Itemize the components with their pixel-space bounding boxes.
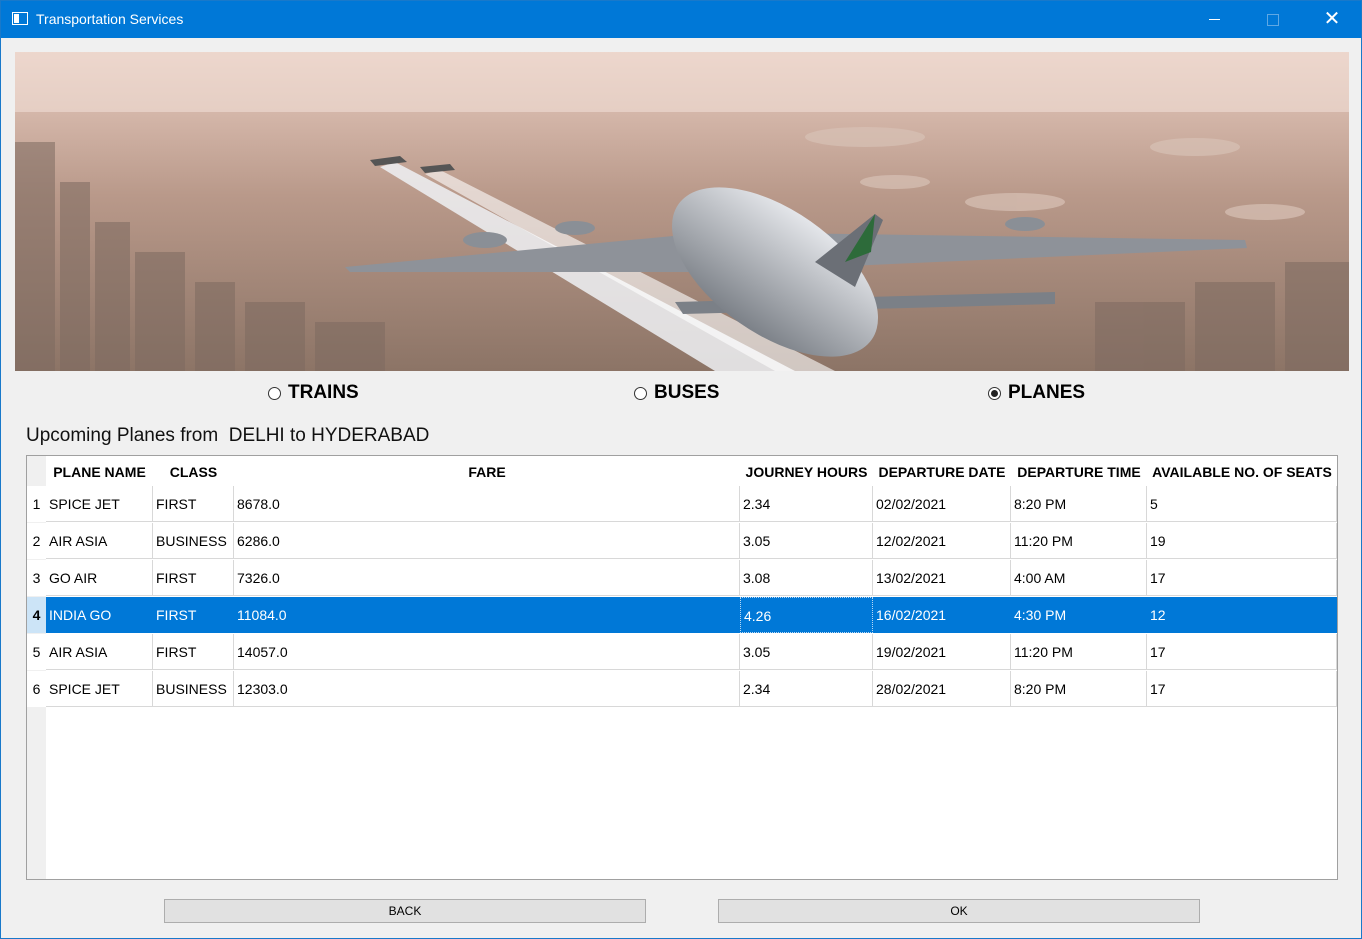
window-title: Transportation Services xyxy=(36,11,184,27)
cell-departure-date[interactable]: 28/02/2021 xyxy=(873,671,1011,707)
cell-journey-hours[interactable]: 3.05 xyxy=(740,634,873,670)
table-row[interactable]: 3 GO AIR FIRST 7326.0 3.08 13/02/2021 4:… xyxy=(27,560,1337,597)
cell-fare[interactable]: 12303.0 xyxy=(234,671,740,707)
radio-circle-icon xyxy=(268,386,281,400)
maximize-button xyxy=(1244,1,1302,38)
radio-circle-icon xyxy=(634,386,647,400)
cell-departure-time[interactable]: 8:20 PM xyxy=(1011,671,1147,707)
cell-plane-name[interactable]: AIR ASIA xyxy=(46,634,153,670)
cell-fare[interactable]: 6286.0 xyxy=(234,523,740,559)
cell-departure-date[interactable]: 16/02/2021 xyxy=(873,597,1011,633)
row-number[interactable]: 3 xyxy=(27,560,46,596)
cell-available-seats[interactable]: 5 xyxy=(1147,486,1337,522)
radio-selected-icon xyxy=(988,386,1001,400)
banner-image xyxy=(15,52,1349,371)
cell-journey-hours[interactable]: 3.05 xyxy=(740,523,873,559)
radio-buses-label: BUSES xyxy=(654,382,720,403)
column-header-fare[interactable]: FARE xyxy=(234,456,740,488)
cell-fare[interactable]: 14057.0 xyxy=(234,634,740,670)
column-header-departure-date[interactable]: DEPARTURE DATE xyxy=(873,456,1011,488)
row-number[interactable]: 4 xyxy=(27,597,46,633)
cell-journey-hours[interactable]: 2.34 xyxy=(740,486,873,522)
cell-departure-time[interactable]: 4:00 AM xyxy=(1011,560,1147,596)
radio-trains[interactable]: TRAINS xyxy=(268,382,359,404)
cell-departure-date[interactable]: 13/02/2021 xyxy=(873,560,1011,596)
cell-plane-name[interactable]: GO AIR xyxy=(46,560,153,596)
cell-class[interactable]: FIRST xyxy=(153,560,234,596)
cell-departure-time[interactable]: 11:20 PM xyxy=(1011,523,1147,559)
cell-plane-name[interactable]: INDIA GO xyxy=(46,597,153,633)
cell-available-seats[interactable]: 17 xyxy=(1147,634,1337,670)
row-number[interactable]: 1 xyxy=(27,486,46,522)
radio-planes-label: PLANES xyxy=(1008,382,1086,403)
row-number[interactable]: 2 xyxy=(27,523,46,559)
cell-class[interactable]: BUSINESS xyxy=(153,671,234,707)
cell-fare[interactable]: 7326.0 xyxy=(234,560,740,596)
cell-journey-hours[interactable]: 2.34 xyxy=(740,671,873,707)
cell-available-seats[interactable]: 17 xyxy=(1147,560,1337,596)
table-row[interactable]: 2 AIR ASIA BUSINESS 6286.0 3.05 12/02/20… xyxy=(27,523,1337,560)
cell-fare[interactable]: 11084.0 xyxy=(234,597,740,633)
ok-button[interactable]: OK xyxy=(718,899,1200,923)
back-button[interactable]: BACK xyxy=(164,899,646,923)
title-bar[interactable]: Transportation Services ✕ xyxy=(1,1,1361,38)
cell-departure-date[interactable]: 12/02/2021 xyxy=(873,523,1011,559)
cell-departure-date[interactable]: 19/02/2021 xyxy=(873,634,1011,670)
cell-class[interactable]: FIRST xyxy=(153,634,234,670)
cell-journey-hours[interactable]: 3.08 xyxy=(740,560,873,596)
cell-journey-hours-focused[interactable]: 4.26 xyxy=(740,597,873,633)
cell-available-seats[interactable]: 17 xyxy=(1147,671,1337,707)
cell-departure-time[interactable]: 11:20 PM xyxy=(1011,634,1147,670)
column-header-class[interactable]: CLASS xyxy=(153,456,234,488)
column-header-available-seats[interactable]: AVAILABLE NO. OF SEATS xyxy=(1147,456,1337,488)
cell-fare[interactable]: 8678.0 xyxy=(234,486,740,522)
cell-departure-time[interactable]: 8:20 PM xyxy=(1011,486,1147,522)
results-heading: Upcoming Planes from DELHI to HYDERABAD xyxy=(26,425,430,446)
close-button[interactable]: ✕ xyxy=(1303,1,1361,38)
app-window: Transportation Services ✕ TRAINS BUSES P… xyxy=(0,0,1362,939)
app-icon xyxy=(12,12,28,25)
row-number[interactable]: 5 xyxy=(27,634,46,670)
cell-departure-time[interactable]: 4:30 PM xyxy=(1011,597,1147,633)
table-row-selected[interactable]: 4 INDIA GO FIRST 11084.0 4.26 16/02/2021… xyxy=(27,597,1337,634)
table-row[interactable]: 6 SPICE JET BUSINESS 12303.0 2.34 28/02/… xyxy=(27,671,1337,708)
cell-class[interactable]: FIRST xyxy=(153,486,234,522)
cell-available-seats[interactable]: 12 xyxy=(1147,597,1337,633)
radio-buses[interactable]: BUSES xyxy=(634,382,719,404)
table-row[interactable]: 1 SPICE JET FIRST 8678.0 2.34 02/02/2021… xyxy=(27,486,1337,523)
flights-table[interactable]: PLANE NAME CLASS FARE JOURNEY HOURS DEPA… xyxy=(26,455,1338,880)
airplane-banner-illustration xyxy=(15,52,1349,371)
cell-available-seats[interactable]: 19 xyxy=(1147,523,1337,559)
cell-plane-name[interactable]: AIR ASIA xyxy=(46,523,153,559)
row-number[interactable]: 6 xyxy=(27,671,46,707)
cell-plane-name[interactable]: SPICE JET xyxy=(46,486,153,522)
cell-departure-date[interactable]: 02/02/2021 xyxy=(873,486,1011,522)
maximize-icon xyxy=(1267,14,1279,26)
radio-trains-label: TRAINS xyxy=(288,382,359,403)
column-header-plane-name[interactable]: PLANE NAME xyxy=(46,456,153,488)
column-header-departure-time[interactable]: DEPARTURE TIME xyxy=(1011,456,1147,488)
close-icon: ✕ xyxy=(1323,8,1341,30)
cell-class[interactable]: BUSINESS xyxy=(153,523,234,559)
minimize-icon xyxy=(1209,19,1220,20)
column-header-journey-hours[interactable]: JOURNEY HOURS xyxy=(740,456,873,488)
cell-class[interactable]: FIRST xyxy=(153,597,234,633)
cell-plane-name[interactable]: SPICE JET xyxy=(46,671,153,707)
table-row[interactable]: 5 AIR ASIA FIRST 14057.0 3.05 19/02/2021… xyxy=(27,634,1337,671)
minimize-button[interactable] xyxy=(1186,1,1244,38)
radio-planes[interactable]: PLANES xyxy=(988,382,1085,404)
